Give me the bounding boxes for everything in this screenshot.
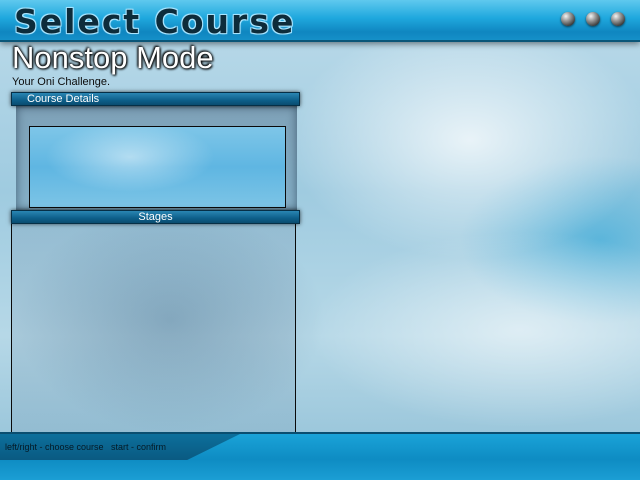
screen-title: Select Course [14, 2, 296, 41]
course-select-screen: Select Course Nonstop Mode Your Oni Chal… [0, 0, 640, 480]
controls-hint: left/right - choose course start - confi… [5, 442, 167, 452]
indicator-dot-icon [586, 12, 600, 26]
indicator-dot-icon [561, 12, 575, 26]
footer-bar: left/right - choose course start - confi… [0, 432, 640, 480]
mode-title: Nonstop Mode [12, 40, 214, 75]
header-bar: Select Course [0, 0, 640, 42]
indicator-dot-icon [611, 12, 625, 26]
course-details-box [29, 126, 286, 208]
stages-header: Stages [11, 210, 300, 224]
mode-description: Your Oni Challenge. [12, 76, 111, 88]
stages-list[interactable] [11, 224, 296, 434]
course-details-header: Course Details [11, 92, 300, 106]
